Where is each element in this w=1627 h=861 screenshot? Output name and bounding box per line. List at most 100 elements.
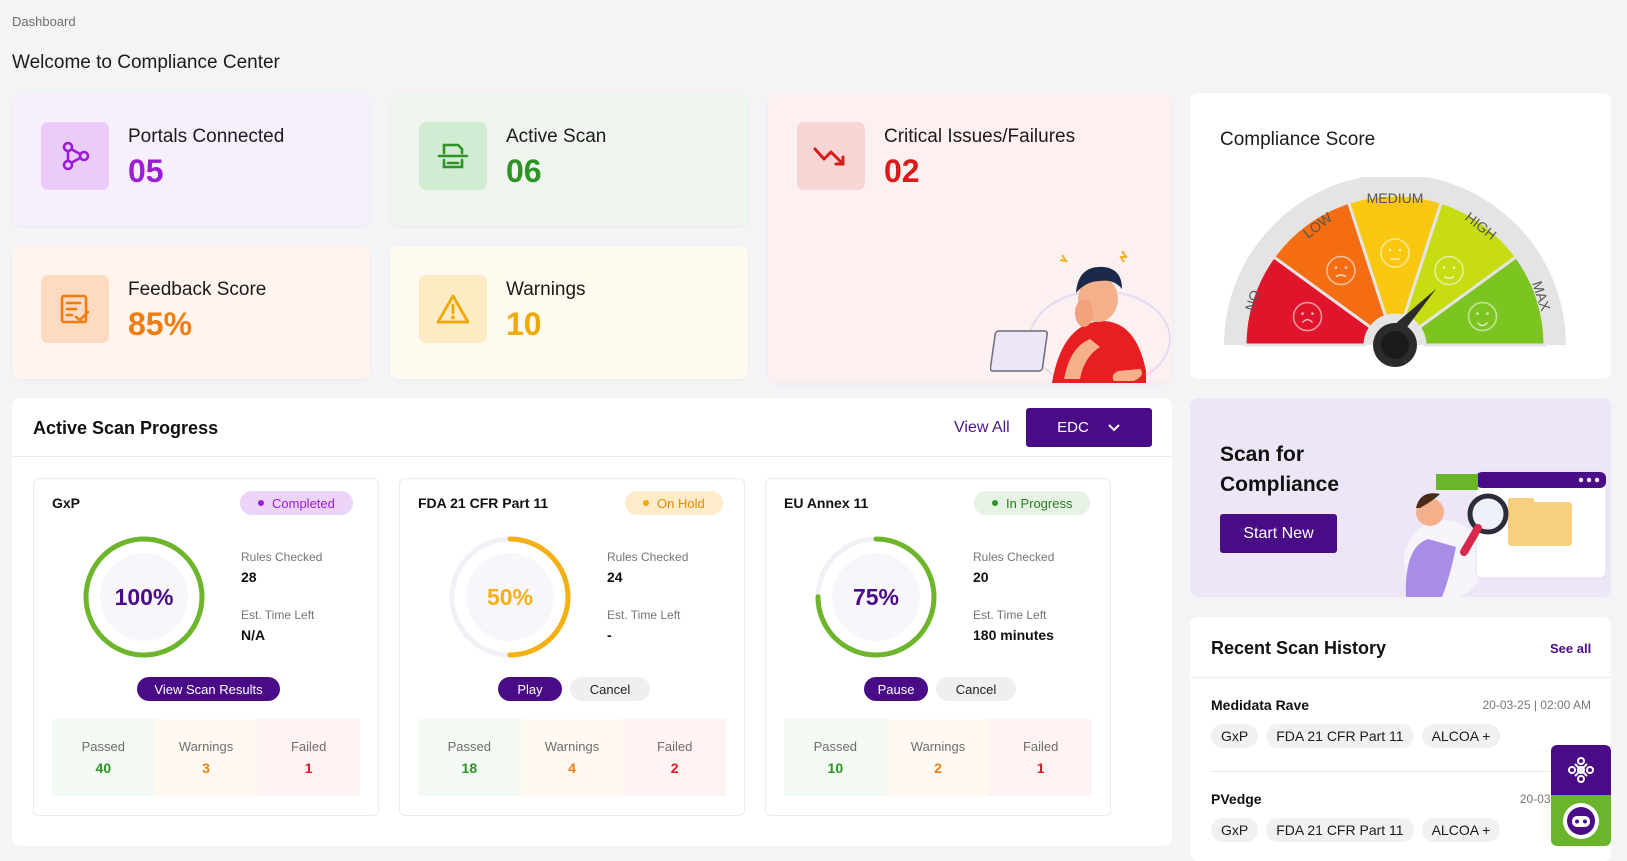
warnings-stat: Warnings 3: [154, 719, 258, 796]
recent-scan-history-title: Recent Scan History: [1211, 638, 1387, 658]
failed-value: 1: [304, 760, 313, 776]
warnings-card[interactable]: Warnings 10: [390, 246, 748, 379]
history-item-name: Medidata Rave: [1211, 697, 1310, 713]
progress-percent: 50%: [486, 583, 534, 610]
gauge-label-medium: MEDIUM: [1367, 190, 1424, 206]
history-item[interactable]: Medidata Rave 20-03-25 | 02:00 AM GxP FDA…: [1211, 697, 1591, 767]
status-badge-label: In Progress: [1006, 495, 1073, 511]
warnings-value: 10: [506, 306, 542, 342]
warnings-stat: Warnings 2: [886, 719, 990, 796]
edc-dropdown[interactable]: EDC: [1026, 408, 1152, 447]
see-all-link[interactable]: See all: [1550, 641, 1591, 656]
rules-checked-value: 28: [241, 569, 257, 585]
stressed-person-illustration: [990, 250, 1171, 383]
status-badge-label: Completed: [272, 495, 335, 511]
passed-stat: Passed 40: [52, 719, 155, 796]
active-scan-card[interactable]: Active Scan 06: [390, 93, 748, 226]
failed-stat: Failed 2: [623, 719, 727, 796]
cta-title-line2: Compliance: [1220, 473, 1340, 496]
cta-title-line1: Scan for: [1220, 443, 1305, 466]
warnings-stat: Warnings 4: [520, 719, 624, 796]
history-item[interactable]: PVedge 20-03-25 | 12 GxPFDA 21 CFR Part …: [1211, 791, 1591, 861]
pause-button[interactable]: Pause: [864, 677, 928, 701]
portals-connected-card[interactable]: Portals Connected 05: [12, 93, 370, 226]
panel-divider: [12, 456, 1172, 457]
warnings-value: 2: [934, 760, 942, 776]
passed-label: Passed: [81, 739, 126, 754]
progress-percent: 75%: [852, 583, 900, 610]
time-left-label: Est. Time Left: [607, 608, 681, 622]
play-button[interactable]: Play: [498, 677, 562, 701]
workflow-widget-button[interactable]: [1551, 745, 1611, 795]
scan-stats: Passed 40 Warnings 3 Failed 1: [52, 719, 361, 796]
tag-chip: ALCOA +: [1421, 724, 1501, 748]
scan-card: EU Annex 11 In Progress 75% Rules Checke…: [765, 478, 1111, 816]
failed-label: Failed: [656, 739, 693, 754]
time-left-label: Est. Time Left: [241, 608, 315, 622]
failed-label: Failed: [1022, 739, 1059, 754]
status-badge: Completed: [240, 491, 353, 515]
checklist-icon: [41, 275, 109, 343]
tag-chip: FDA 21 CFR Part 11: [1266, 724, 1414, 748]
breadcrumb[interactable]: Dashboard: [12, 14, 76, 29]
compliance-score-card: Compliance Score NO LOW MEDIUM HIGH MAX: [1190, 93, 1611, 379]
rules-checked-label: Rules Checked: [973, 550, 1055, 564]
recent-scan-history-panel: Recent Scan History See all Medidata Rav…: [1190, 617, 1611, 861]
critical-issues-value: 02: [884, 153, 920, 189]
chatbot-widget-button[interactable]: [1551, 795, 1611, 846]
time-left-label: Est. Time Left: [973, 608, 1047, 622]
progress-percent: 100%: [114, 583, 174, 610]
critical-issues-label: Critical Issues/Failures: [884, 126, 1076, 147]
page-title: Welcome to Compliance Center: [12, 52, 280, 73]
active-scan-progress-title: Active Scan Progress: [33, 418, 219, 438]
rules-checked-value: 24: [607, 569, 623, 585]
portals-connected-value: 05: [128, 153, 164, 189]
passed-value: 40: [95, 760, 112, 776]
feedback-score-label: Feedback Score: [128, 279, 267, 300]
history-item-date: 20-03-25 | 02:00 AM: [1482, 698, 1591, 712]
scan-stats: Passed 10 Warnings 2 Failed 1: [784, 719, 1093, 796]
warning-icon: [419, 275, 487, 343]
start-new-button[interactable]: Start New: [1220, 514, 1337, 553]
passed-value: 10: [827, 760, 844, 776]
cancel-button[interactable]: Cancel: [570, 677, 650, 701]
warnings-label: Warnings: [910, 739, 966, 754]
passed-stat: Passed 18: [418, 719, 521, 796]
warnings-value: 4: [568, 760, 576, 776]
tag-chip: GxP: [1211, 724, 1259, 748]
active-scan-progress-panel: Active Scan Progress View All EDC GxP Co…: [12, 398, 1172, 846]
scan-card-title: FDA 21 CFR Part 11: [418, 495, 549, 511]
time-left-value: 180 minutes: [973, 627, 1054, 643]
scan-card-title: EU Annex 11: [784, 495, 869, 511]
tag-chip: FDA 21 CFR Part 11: [1266, 818, 1414, 842]
status-dot-icon: [258, 500, 264, 506]
edc-dropdown-label: EDC: [1057, 419, 1089, 436]
cancel-button[interactable]: Cancel: [936, 677, 1016, 701]
scan-stats: Passed 18 Warnings 4 Failed 2: [418, 719, 727, 796]
scan-illustration: [1404, 471, 1606, 597]
history-item-name: PVedge: [1211, 791, 1262, 807]
passed-value: 18: [461, 760, 478, 776]
failed-value: 1: [1036, 760, 1045, 776]
scan-card: FDA 21 CFR Part 11 On Hold 50% Rules Che…: [399, 478, 745, 816]
history-divider: [1211, 771, 1591, 772]
network-icon: [1568, 757, 1594, 783]
status-dot-icon: [643, 500, 649, 506]
passed-label: Passed: [813, 739, 858, 754]
status-badge: On Hold: [625, 491, 723, 515]
failed-stat: Failed 1: [257, 719, 361, 796]
active-scan-label: Active Scan: [506, 126, 607, 147]
failed-stat: Failed 1: [989, 719, 1093, 796]
chatbot-icon: [1563, 802, 1599, 839]
warnings-label: Warnings: [544, 739, 600, 754]
portals-connected-label: Portals Connected: [128, 126, 285, 147]
view-scan-results-button[interactable]: View Scan Results: [137, 677, 280, 701]
feedback-score-card[interactable]: Feedback Score 85%: [12, 246, 370, 379]
chevron-down-icon: [1108, 423, 1120, 431]
history-divider: [1190, 677, 1611, 678]
view-all-link[interactable]: View All: [954, 419, 1010, 437]
passed-label: Passed: [447, 739, 492, 754]
failed-label: Failed: [290, 739, 327, 754]
rules-checked-label: Rules Checked: [241, 550, 323, 564]
critical-issues-card[interactable]: Critical Issues/Failures 02: [768, 93, 1172, 383]
